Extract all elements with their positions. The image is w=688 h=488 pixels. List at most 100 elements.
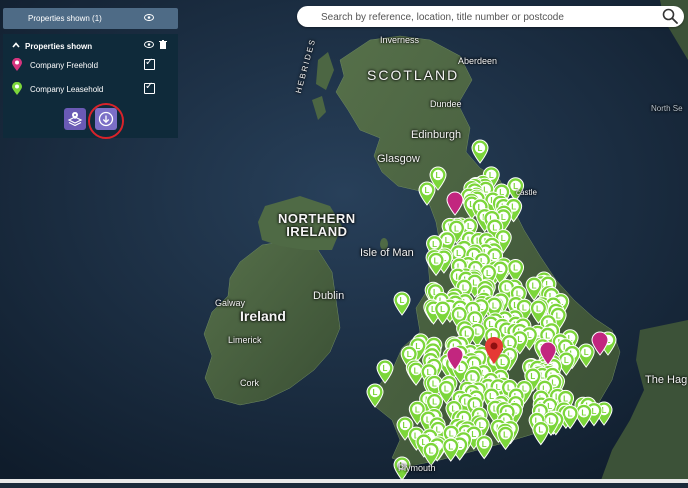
marker-letter: L [478, 144, 483, 153]
marker-letter: L [400, 296, 405, 305]
map-label-aberdeen: Aberdeen [458, 56, 498, 66]
search-icon[interactable] [662, 8, 678, 29]
leasehold-marker[interactable]: L [497, 425, 515, 451]
marker-letter: L [472, 278, 477, 287]
leasehold-pin-icon [12, 81, 22, 97]
leasehold-marker[interactable]: L [376, 359, 394, 384]
map-label-galway: Galway [215, 298, 246, 308]
map-label-ireland: Ireland [240, 308, 286, 324]
marker-letter: L [456, 249, 461, 258]
map-label-edinburgh: Edinburgh [411, 129, 462, 141]
search-input[interactable] [319, 8, 653, 26]
freehold-marker[interactable] [446, 191, 464, 216]
marker-letter: L [472, 315, 477, 324]
marker-letter: L [482, 440, 487, 449]
highlight-ring [88, 103, 124, 139]
marker-letter: L [530, 372, 535, 381]
marker-letter: L [429, 447, 434, 456]
panel-title: Properties shown [25, 42, 93, 51]
map-label-plymouth: Plymouth [398, 463, 436, 473]
properties-shown-tab[interactable]: Properties shown (1) [3, 8, 178, 29]
marker-letter: L [414, 366, 419, 375]
marker-letter: L [403, 421, 408, 430]
layer-label: Company Freehold [30, 61, 99, 70]
leasehold-marker[interactable]: L [471, 139, 489, 164]
layer-checkbox-freehold[interactable] [144, 57, 155, 70]
marker-letter: L [492, 301, 497, 310]
map-label-the-hague: The Hag [645, 374, 688, 386]
map-label-northern-ireland: NORTHERN IRELAND [278, 211, 356, 239]
marker-letter: L [454, 224, 459, 233]
leasehold-marker[interactable]: L [393, 291, 411, 316]
map-label-isle-of-man: Isle of Man [360, 247, 414, 259]
map-label-north-sea: North Se [651, 104, 683, 113]
marker-letter: L [538, 426, 543, 435]
marker-letter: L [444, 385, 449, 394]
marker-letter: L [581, 409, 586, 418]
marker-letter: L [536, 304, 541, 313]
leasehold-marker[interactable]: L [422, 441, 440, 467]
marker-letter: L [568, 410, 573, 419]
marker-letter: L [504, 284, 509, 293]
marker-letter: L [407, 350, 412, 359]
properties-shown-tab-label: Properties shown (1) [28, 14, 102, 23]
eye-icon[interactable] [144, 14, 154, 23]
search-bar[interactable] [297, 6, 684, 27]
layers-icon [67, 112, 83, 127]
marker-letter: L [471, 430, 476, 439]
marker-letter: L [532, 281, 537, 290]
map-layers-button[interactable] [64, 108, 86, 130]
map-label-scotland: SCOTLAND [367, 67, 460, 83]
marker-letter: L [492, 223, 497, 232]
leasehold-marker[interactable]: L [366, 383, 384, 408]
leasehold-marker[interactable]: L [418, 181, 436, 206]
marker-letter: L [434, 256, 439, 265]
marker-letter: L [498, 265, 503, 274]
layer-row-company-leasehold[interactable]: Company Leasehold [3, 81, 178, 97]
marker-letter: L [432, 398, 437, 407]
marker-letter: L [373, 388, 378, 397]
marker-letter: L [470, 374, 475, 383]
marker-letter: L [445, 236, 450, 245]
map-label-glasgow: Glasgow [377, 153, 420, 165]
marker-letter: L [492, 252, 497, 261]
leasehold-marker[interactable]: L [427, 251, 445, 277]
layer-label: Company Leasehold [30, 85, 104, 94]
leasehold-marker[interactable]: L [532, 421, 550, 446]
marker-letter: L [415, 406, 420, 415]
marker-letter: L [513, 264, 518, 273]
marker-letter: L [440, 305, 445, 314]
marker-letter: L [448, 442, 453, 451]
marker-letter: L [522, 303, 527, 312]
marker-letter: L [467, 222, 472, 231]
leasehold-marker[interactable]: L [442, 437, 460, 462]
marker-letter: L [556, 312, 561, 321]
eye-icon[interactable] [144, 41, 154, 50]
layer-row-company-freehold[interactable]: Company Freehold [3, 57, 178, 73]
marker-letter: L [475, 328, 480, 337]
map-label-limerick: Limerick [228, 335, 262, 345]
chevron-up-icon[interactable] [12, 41, 20, 50]
marker-letter: L [436, 171, 441, 180]
freehold-pin-icon [12, 57, 22, 73]
layer-checkbox-leasehold[interactable] [144, 81, 155, 94]
marker-letter: L [507, 339, 512, 348]
marker-letter: L [462, 283, 467, 292]
map-label-dundee: Dundee [430, 99, 462, 109]
leasehold-marker[interactable]: L [577, 343, 595, 368]
marker-letter: L [449, 429, 454, 438]
trash-icon[interactable] [159, 40, 167, 51]
marker-letter: L [486, 269, 491, 278]
marker-letter: L [432, 380, 437, 389]
marker-letter: L [501, 213, 506, 222]
marker-letter: L [549, 416, 554, 425]
map-label-inverness: Inverness [380, 35, 420, 45]
marker-letter: L [383, 364, 388, 373]
marker-letter: L [591, 407, 596, 416]
leasehold-marker[interactable]: L [475, 435, 493, 460]
marker-letter: L [501, 234, 506, 243]
marker-letter: L [584, 348, 589, 357]
marker-letter: L [425, 186, 430, 195]
map-label-dublin: Dublin [313, 290, 345, 302]
marker-letter: L [457, 311, 462, 320]
